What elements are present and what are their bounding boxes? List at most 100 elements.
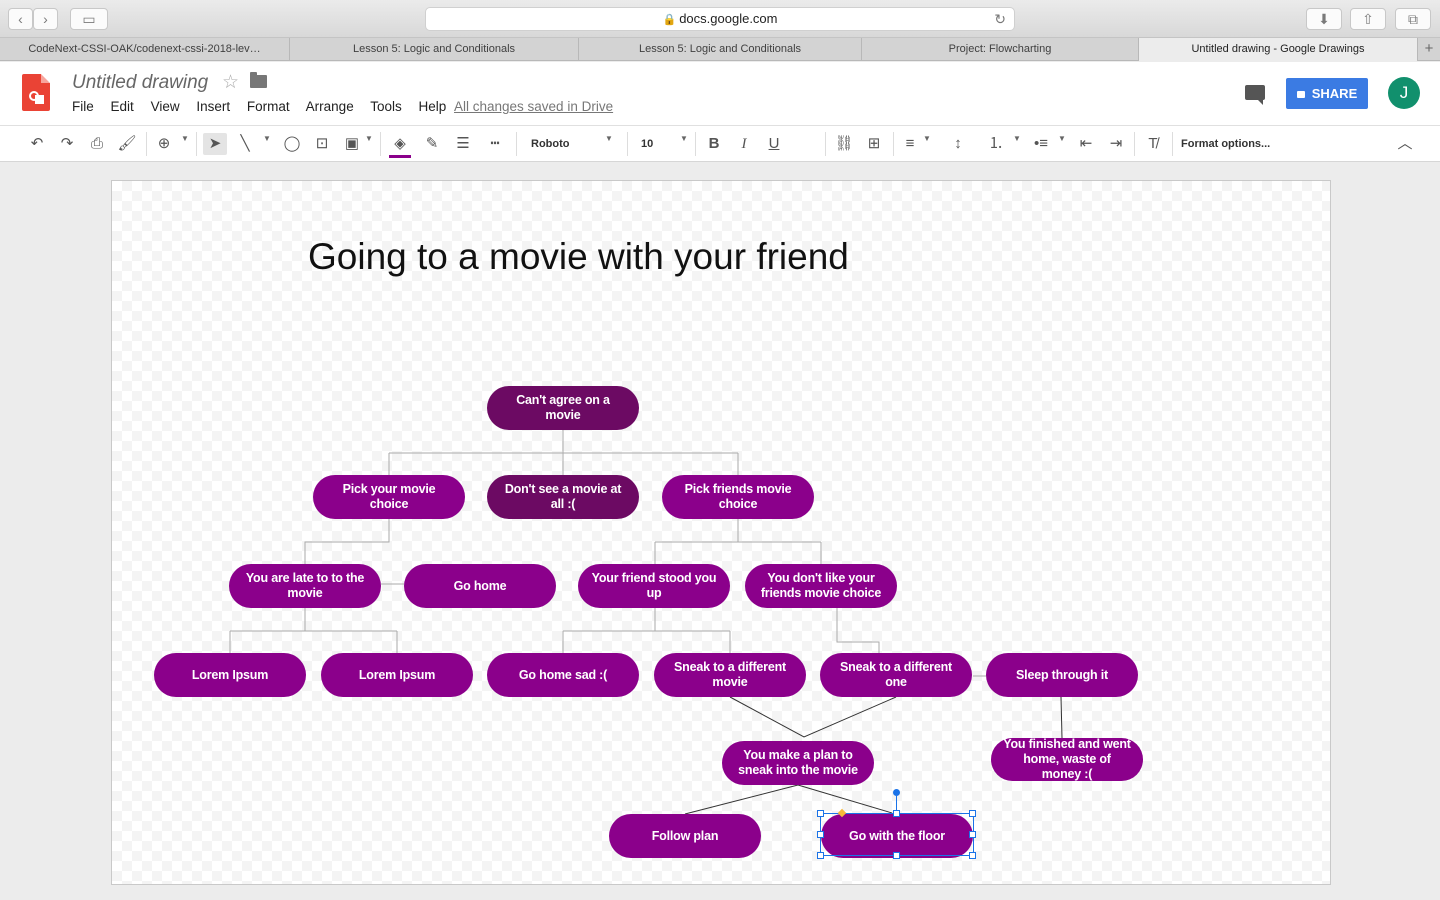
browser-tab[interactable]: Lesson 5: Logic and Conditionals <box>579 38 862 61</box>
print-icon[interactable]: ⎙ <box>86 133 108 155</box>
star-icon[interactable]: ☆ <box>222 71 239 94</box>
share-button[interactable]: SHARE <box>1286 78 1368 109</box>
menu-view[interactable]: View <box>151 99 180 114</box>
resize-handle[interactable] <box>893 852 900 859</box>
menu-arrange[interactable]: Arrange <box>306 99 354 114</box>
font-select[interactable]: Roboto <box>531 133 616 155</box>
underline-icon[interactable]: U <box>764 133 784 155</box>
reload-icon[interactable]: ↻ <box>994 8 1006 30</box>
resize-handle[interactable] <box>969 831 976 838</box>
flow-node-root[interactable]: Can't agree on a movie <box>487 386 639 430</box>
comment-icon[interactable] <box>1245 85 1265 105</box>
back-button[interactable]: ‹ <box>8 8 33 30</box>
chevron-down-icon[interactable]: ▼ <box>605 134 613 143</box>
shape-icon[interactable]: ◯ <box>281 133 303 155</box>
browser-tab[interactable]: CodeNext-CSSI-OAK/codenext-cssi-2018-lev… <box>0 38 290 61</box>
flow-node-plan[interactable]: You make a plan to sneak into the movie <box>722 741 874 785</box>
chevron-down-icon[interactable]: ▼ <box>923 134 931 143</box>
new-tab-button[interactable]: + <box>1418 38 1440 61</box>
chevron-down-icon[interactable]: ▼ <box>1013 134 1021 143</box>
bold-icon[interactable]: B <box>704 133 724 155</box>
menu-help[interactable]: Help <box>419 99 447 114</box>
italic-icon[interactable]: I <box>734 133 754 155</box>
align-icon[interactable]: ≡ <box>899 133 921 155</box>
browser-tab-active[interactable]: Untitled drawing - Google Drawings <box>1139 38 1418 61</box>
chevron-down-icon[interactable]: ▼ <box>263 134 271 143</box>
bulleted-list-icon[interactable]: •≡ <box>1030 133 1052 155</box>
chevron-down-icon[interactable]: ▼ <box>680 134 688 143</box>
image-icon[interactable]: ▣ <box>341 133 363 155</box>
decrease-indent-icon[interactable]: ⇤ <box>1075 133 1097 155</box>
flow-node-pick-friends[interactable]: Pick friends movie choice <box>662 475 814 519</box>
insert-comment-icon[interactable]: ⊞ <box>863 133 885 155</box>
resize-handle[interactable] <box>893 810 900 817</box>
text-box-icon[interactable]: ⊡ <box>311 133 333 155</box>
chevron-down-icon[interactable]: ▼ <box>1058 134 1066 143</box>
menu-insert[interactable]: Insert <box>196 99 230 114</box>
flow-node-dont-like[interactable]: You don't like your friends movie choice <box>745 564 897 608</box>
folder-icon[interactable] <box>250 72 267 88</box>
border-dash-icon[interactable]: ┅ <box>484 133 506 155</box>
drawings-logo[interactable] <box>22 74 50 111</box>
sidebar-toggle-button[interactable]: ▭ <box>70 8 108 30</box>
save-status[interactable]: All changes saved in Drive <box>454 99 613 114</box>
share-sheet-button[interactable]: ⇧ <box>1350 8 1386 30</box>
link-icon[interactable]: ⛓ <box>833 133 855 155</box>
resize-handle[interactable] <box>817 810 824 817</box>
avatar[interactable]: J <box>1388 77 1420 109</box>
browser-tab[interactable]: Lesson 5: Logic and Conditionals <box>290 38 579 61</box>
flow-node-go-home[interactable]: Go home <box>404 564 556 608</box>
clear-formatting-icon[interactable]: T̸ <box>1142 133 1164 155</box>
line-spacing-icon[interactable]: ↕ <box>947 133 969 155</box>
line-icon[interactable]: ╲ <box>234 133 256 155</box>
menu-tools[interactable]: Tools <box>370 99 402 114</box>
flow-node-stood-up[interactable]: Your friend stood you up <box>578 564 730 608</box>
flow-node-follow-plan[interactable]: Follow plan <box>609 814 761 858</box>
rotate-handle[interactable] <box>893 789 900 796</box>
resize-handle[interactable] <box>817 852 824 859</box>
resize-handle[interactable] <box>817 831 824 838</box>
collapse-toolbar-icon[interactable]: ︿ <box>1394 133 1416 155</box>
paint-format-icon[interactable]: 🖌 <box>116 133 138 155</box>
drawing-canvas[interactable]: Going to a movie with your friend Can't … <box>111 180 1331 885</box>
fill-color-icon[interactable]: ◈ <box>388 133 412 158</box>
font-size-value: 10 <box>641 138 654 150</box>
border-weight-icon[interactable]: ☰ <box>452 133 474 155</box>
flow-node-lorem-1[interactable]: Lorem Ipsum <box>154 653 306 697</box>
resize-handle[interactable] <box>969 852 976 859</box>
flow-node-late[interactable]: You are late to to the movie <box>229 564 381 608</box>
url-text: docs.google.com <box>679 11 778 26</box>
document-title[interactable]: Untitled drawing <box>72 72 208 94</box>
flow-node-sneak-one[interactable]: Sneak to a different one <box>820 653 972 697</box>
menu-file[interactable]: File <box>72 99 94 114</box>
flow-node-lorem-2[interactable]: Lorem Ipsum <box>321 653 473 697</box>
share-label: SHARE <box>1311 86 1358 101</box>
menu-format[interactable]: Format <box>247 99 290 114</box>
flow-node-pick-yours[interactable]: Pick your movie choice <box>313 475 465 519</box>
forward-button[interactable]: › <box>33 8 58 30</box>
flow-node-sneak-movie[interactable]: Sneak to a different movie <box>654 653 806 697</box>
resize-handle[interactable] <box>969 810 976 817</box>
tab-overview-button[interactable]: ⧉ <box>1395 8 1431 30</box>
lock-icon <box>1296 91 1305 98</box>
chevron-down-icon[interactable]: ▼ <box>181 134 189 143</box>
address-bar[interactable]: 🔒 docs.google.com ↻ <box>425 7 1015 31</box>
flow-node-finished[interactable]: You finished and went home, waste of mon… <box>991 737 1143 781</box>
increase-indent-icon[interactable]: ⇥ <box>1105 133 1127 155</box>
chevron-down-icon[interactable]: ▼ <box>365 134 373 143</box>
flow-node-go-home-sad[interactable]: Go home sad :( <box>487 653 639 697</box>
font-name: Roboto <box>531 138 570 150</box>
select-icon[interactable]: ➤ <box>203 133 227 155</box>
flow-node-no-movie[interactable]: Don't see a movie at all :( <box>487 475 639 519</box>
format-options-button[interactable]: Format options... <box>1181 133 1301 155</box>
undo-icon[interactable]: ↶ <box>26 133 48 155</box>
border-color-icon[interactable]: ✎ <box>421 133 443 155</box>
downloads-button[interactable]: ⬇ <box>1306 8 1342 30</box>
browser-tab[interactable]: Project: Flowcharting <box>862 38 1139 61</box>
flow-node-sleep[interactable]: Sleep through it <box>986 653 1138 697</box>
tab-bar: CodeNext-CSSI-OAK/codenext-cssi-2018-lev… <box>0 38 1440 61</box>
redo-icon[interactable]: ↷ <box>56 133 78 155</box>
menu-edit[interactable]: Edit <box>111 99 134 114</box>
zoom-icon[interactable]: ⊕ <box>153 133 175 155</box>
numbered-list-icon[interactable]: ⒈ <box>985 133 1007 155</box>
